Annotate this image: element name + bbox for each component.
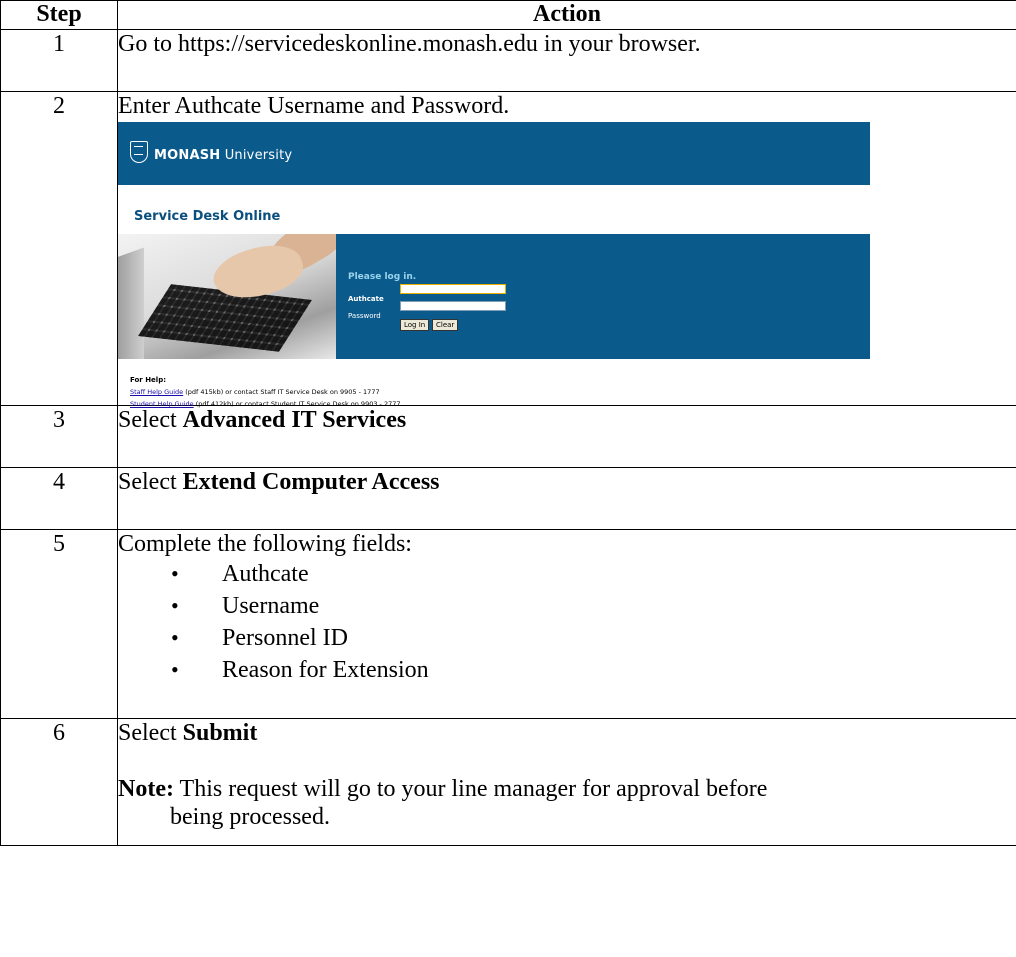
approval-note: Note: This request will go to your line … (118, 776, 768, 830)
step-number: 5 (0, 529, 118, 719)
password-input[interactable] (400, 301, 506, 311)
authcate-input[interactable] (400, 284, 506, 294)
student-help-guide-link[interactable]: Student Help Guide (130, 400, 194, 408)
step-text: Go to https://servicedeskonline.monash.e… (118, 31, 701, 57)
fields-list: Authcate Username Personnel ID Reason fo… (118, 558, 1016, 686)
step-row: 2 Enter Authcate Username and Password. … (0, 91, 1016, 408)
note-label: Note: (118, 776, 174, 802)
password-label: Password (348, 312, 381, 320)
step-number: 3 (0, 405, 118, 468)
step-column-header: Step (0, 0, 118, 30)
list-item: Personnel ID (171, 622, 1016, 654)
student-help-line: Student Help Guide (pdf 412kb) or contac… (130, 400, 401, 408)
step-target: Extend Computer Access (182, 469, 440, 495)
monash-crest-icon (130, 141, 148, 163)
instructions-table: Step Action 1 Go to https://servicedesko… (0, 0, 1016, 846)
step-target: Submit (182, 720, 258, 746)
step-row: 6 Select Submit Note: This request will … (0, 718, 1016, 846)
login-panel: Please log in. Authcate Password Log In … (118, 234, 870, 359)
step-action: Select Submit Note: This request will go… (117, 718, 1016, 846)
monash-banner: MONASH University (118, 122, 870, 185)
list-item: Authcate (171, 558, 1016, 590)
action-column-header: Action (117, 0, 1016, 30)
header-row: Step Action (0, 0, 1016, 30)
step-action: Enter Authcate Username and Password. MO… (117, 91, 1016, 408)
step-number: 2 (0, 91, 118, 406)
list-item: Reason for Extension (171, 654, 1016, 686)
clear-button[interactable]: Clear (432, 319, 459, 331)
login-button[interactable]: Log In (400, 319, 430, 331)
step-text: Enter Authcate Username and Password. (118, 93, 510, 119)
step-row: 1 Go to https://servicedeskonline.monash… (0, 29, 1016, 92)
step-number: 6 (0, 718, 118, 846)
step-action: Select Extend Computer Access (117, 467, 1016, 530)
service-desk-title: Service Desk Online (134, 209, 281, 224)
step-text: Complete the following fields: (118, 531, 412, 557)
step-row: 5 Complete the following fields: Authcat… (0, 529, 1016, 719)
step-number: 1 (0, 29, 118, 92)
monash-logo-text: MONASH University (154, 148, 293, 163)
list-item: Username (171, 590, 1016, 622)
step-action: Go to https://servicedeskonline.monash.e… (117, 29, 1016, 92)
step-action: Complete the following fields: Authcate … (117, 529, 1016, 719)
login-screenshot: MONASH University Service Desk Online Pl… (118, 122, 870, 408)
step-number: 4 (0, 467, 118, 530)
laptop-typing-photo (118, 234, 336, 359)
step-row: 4 Select Extend Computer Access (0, 467, 1016, 530)
